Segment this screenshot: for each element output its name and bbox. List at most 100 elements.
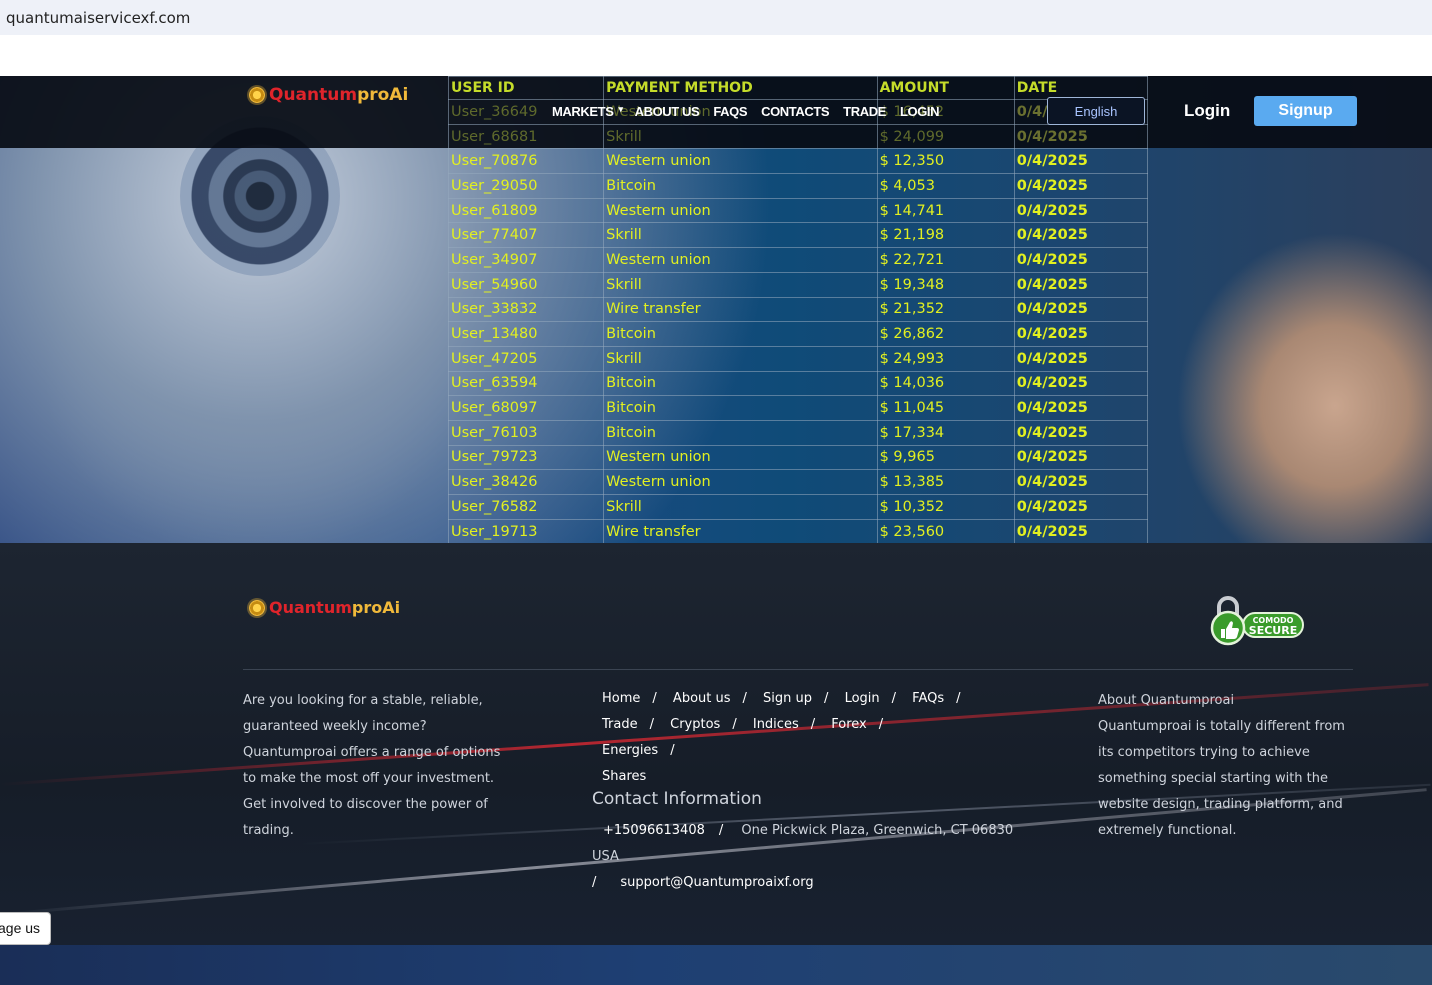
comodo-secure-badge: COMODO SECURE bbox=[1210, 596, 1304, 646]
payment-method-cell: Skrill bbox=[603, 345, 878, 372]
nav-trade[interactable]: TRADE bbox=[843, 104, 886, 119]
payment-method-cell: Bitcoin bbox=[603, 370, 878, 397]
payment-method-cell: Skrill bbox=[603, 123, 878, 150]
date-cell: 0/4/2025 bbox=[1013, 518, 1149, 545]
payment-method-cell: Wire transfer bbox=[603, 296, 878, 323]
table-row: User_76103 Bitcoin $ 17,334 0/4/2025 bbox=[447, 419, 1149, 446]
date-cell: 0/4/2025 bbox=[1013, 345, 1149, 372]
badge-line2: SECURE bbox=[1249, 624, 1297, 637]
user-id-cell: User_79723 bbox=[447, 444, 605, 471]
language-select[interactable]: English bbox=[1047, 97, 1145, 125]
footer-link-login[interactable]: Login bbox=[845, 691, 880, 706]
footer-link-shares[interactable]: Shares bbox=[602, 769, 646, 784]
user-id-cell: User_63594 bbox=[447, 370, 605, 397]
payment-method-cell: Western union bbox=[603, 148, 878, 175]
amount-cell: $ 24,099 bbox=[876, 123, 1015, 150]
amount-cell: $ 22,721 bbox=[876, 247, 1015, 273]
footer-divider bbox=[243, 669, 1353, 670]
table-row: User_68681 Skrill $ 24,099 0/4/2025 bbox=[447, 123, 1149, 150]
date-cell: 0/4/2025 bbox=[1013, 296, 1149, 323]
user-id-cell: User_70876 bbox=[447, 148, 605, 175]
payment-method-cell: Skrill bbox=[603, 271, 878, 298]
amount-cell: $ 9,965 bbox=[876, 444, 1015, 471]
amount-cell: $ 21,198 bbox=[876, 222, 1015, 249]
footer-link-signup[interactable]: Sign up bbox=[763, 691, 812, 706]
table-row: User_47205 Skrill $ 24,993 0/4/2025 bbox=[447, 345, 1149, 372]
payment-method-cell: Wire transfer bbox=[603, 518, 878, 545]
date-cell: 0/4/2025 bbox=[1013, 271, 1149, 298]
date-cell: 0/4/2025 bbox=[1013, 419, 1149, 446]
footer-link-indices[interactable]: Indices bbox=[753, 717, 799, 732]
payment-method-cell: Bitcoin bbox=[603, 419, 878, 446]
table-row: User_54960 Skrill $ 19,348 0/4/2025 bbox=[447, 271, 1149, 298]
url-text[interactable]: quantumaiservicexf.com bbox=[6, 9, 190, 27]
user-id-cell: User_38426 bbox=[447, 469, 605, 495]
logo-icon bbox=[249, 599, 265, 616]
nav-faqs[interactable]: FAQS bbox=[713, 104, 747, 119]
amount-cell: $ 10,352 bbox=[876, 494, 1015, 520]
amount-cell: $ 26,862 bbox=[876, 321, 1015, 347]
amount-cell: $ 12,350 bbox=[876, 148, 1015, 175]
nav-contacts[interactable]: CONTACTS bbox=[761, 104, 829, 119]
contact-email[interactable]: support@Quantumproaixf.org bbox=[620, 875, 813, 890]
header-logo[interactable]: Quantum proAi bbox=[249, 85, 408, 105]
date-cell: 0/4/2025 bbox=[1013, 469, 1149, 495]
payment-method-cell: Western union bbox=[603, 247, 878, 273]
footer-logo[interactable]: Quantum proAi bbox=[249, 598, 400, 617]
next-section-preview bbox=[0, 945, 1432, 985]
logo-icon bbox=[249, 87, 265, 103]
header-payment-method: PAYMENT METHOD bbox=[603, 76, 878, 100]
user-id-cell: User_76103 bbox=[447, 419, 605, 446]
footer-link-trade[interactable]: Trade bbox=[602, 717, 638, 732]
table-row: User_79723 Western union $ 9,965 0/4/2025 bbox=[447, 444, 1149, 471]
table-row: User_34907 Western union $ 22,721 0/4/2025 bbox=[447, 247, 1149, 273]
header-amount: AMOUNT bbox=[876, 76, 1015, 100]
logo-text-quantum: Quantum bbox=[269, 85, 358, 105]
payment-method-cell: Bitcoin bbox=[603, 395, 878, 421]
user-id-cell: User_13480 bbox=[447, 321, 605, 347]
footer-link-faqs[interactable]: FAQs bbox=[912, 691, 944, 706]
nav-about-us[interactable]: ABOUT US bbox=[635, 104, 700, 119]
nav-markets[interactable]: MARKETS bbox=[552, 104, 614, 119]
table-row: User_63594 Bitcoin $ 14,036 0/4/2025 bbox=[447, 370, 1149, 397]
address-bar[interactable]: quantumaiservicexf.com bbox=[0, 0, 1432, 35]
nav-login[interactable]: LOGIN bbox=[900, 104, 940, 119]
footer-link-cryptos[interactable]: Cryptos bbox=[670, 717, 720, 732]
contact-phone[interactable]: +15096613408 bbox=[603, 823, 705, 838]
footer-links: Home / About us / Sign up / Login / FAQs / Tr… bbox=[602, 686, 982, 790]
amount-cell: $ 19,348 bbox=[876, 271, 1015, 298]
logo-text-proai: proAi bbox=[351, 598, 401, 617]
amount-cell: $ 21,352 bbox=[876, 296, 1015, 323]
date-cell: 0/4/2025 bbox=[1013, 395, 1149, 421]
login-button[interactable]: Login bbox=[1184, 101, 1230, 121]
logo-text-quantum: Quantum bbox=[269, 598, 352, 617]
amount-cell: $ 11,045 bbox=[876, 395, 1015, 421]
date-cell: 0/4/2025 bbox=[1013, 370, 1149, 397]
date-cell: 0/4/2025 bbox=[1013, 222, 1149, 249]
signup-button[interactable]: Signup bbox=[1254, 96, 1357, 126]
user-id-cell: User_68097 bbox=[447, 395, 605, 421]
table-row: User_33832 Wire transfer $ 21,352 0/4/2025 bbox=[447, 296, 1149, 323]
footer-link-forex[interactable]: Forex bbox=[831, 717, 867, 732]
user-id-cell: User_61809 bbox=[447, 197, 605, 224]
message-us-label: age us bbox=[0, 920, 41, 936]
amount-cell: $ 14,741 bbox=[876, 197, 1015, 224]
contact-title: Contact Information bbox=[592, 789, 762, 809]
amount-cell: $ 14,036 bbox=[876, 370, 1015, 397]
footer-right-title: About Quantumproai bbox=[1098, 693, 1235, 708]
main-nav: MARKETS ▾ ABOUT US FAQS CONTACTS TRADE LO… bbox=[552, 104, 953, 119]
table-row: User_61809 Western union $ 14,741 0/4/2025 bbox=[447, 197, 1149, 224]
message-us-tab[interactable]: age us bbox=[0, 912, 51, 945]
footer-link-home[interactable]: Home bbox=[602, 691, 640, 706]
table-row: User_77407 Skrill $ 21,198 0/4/2025 bbox=[447, 222, 1149, 249]
user-id-cell: User_76582 bbox=[447, 494, 605, 520]
chevron-down-icon[interactable]: ▾ bbox=[618, 104, 623, 119]
footer-links-row2: Trade / Cryptos / Indices / Forex / Energies… bbox=[602, 717, 884, 758]
footer-link-energies[interactable]: Energies bbox=[602, 743, 658, 758]
table-row: User_13480 Bitcoin $ 26,862 0/4/2025 bbox=[447, 321, 1149, 347]
footer-link-about[interactable]: About us bbox=[673, 691, 731, 706]
footer-links-row3: Shares bbox=[602, 764, 982, 790]
footer: Quantum proAi COMODO SECURE Are you looki… bbox=[0, 543, 1432, 945]
payment-method-cell: Skrill bbox=[603, 494, 878, 520]
footer-right-column: About Quantumproai Quantumproai is total… bbox=[1098, 688, 1356, 844]
